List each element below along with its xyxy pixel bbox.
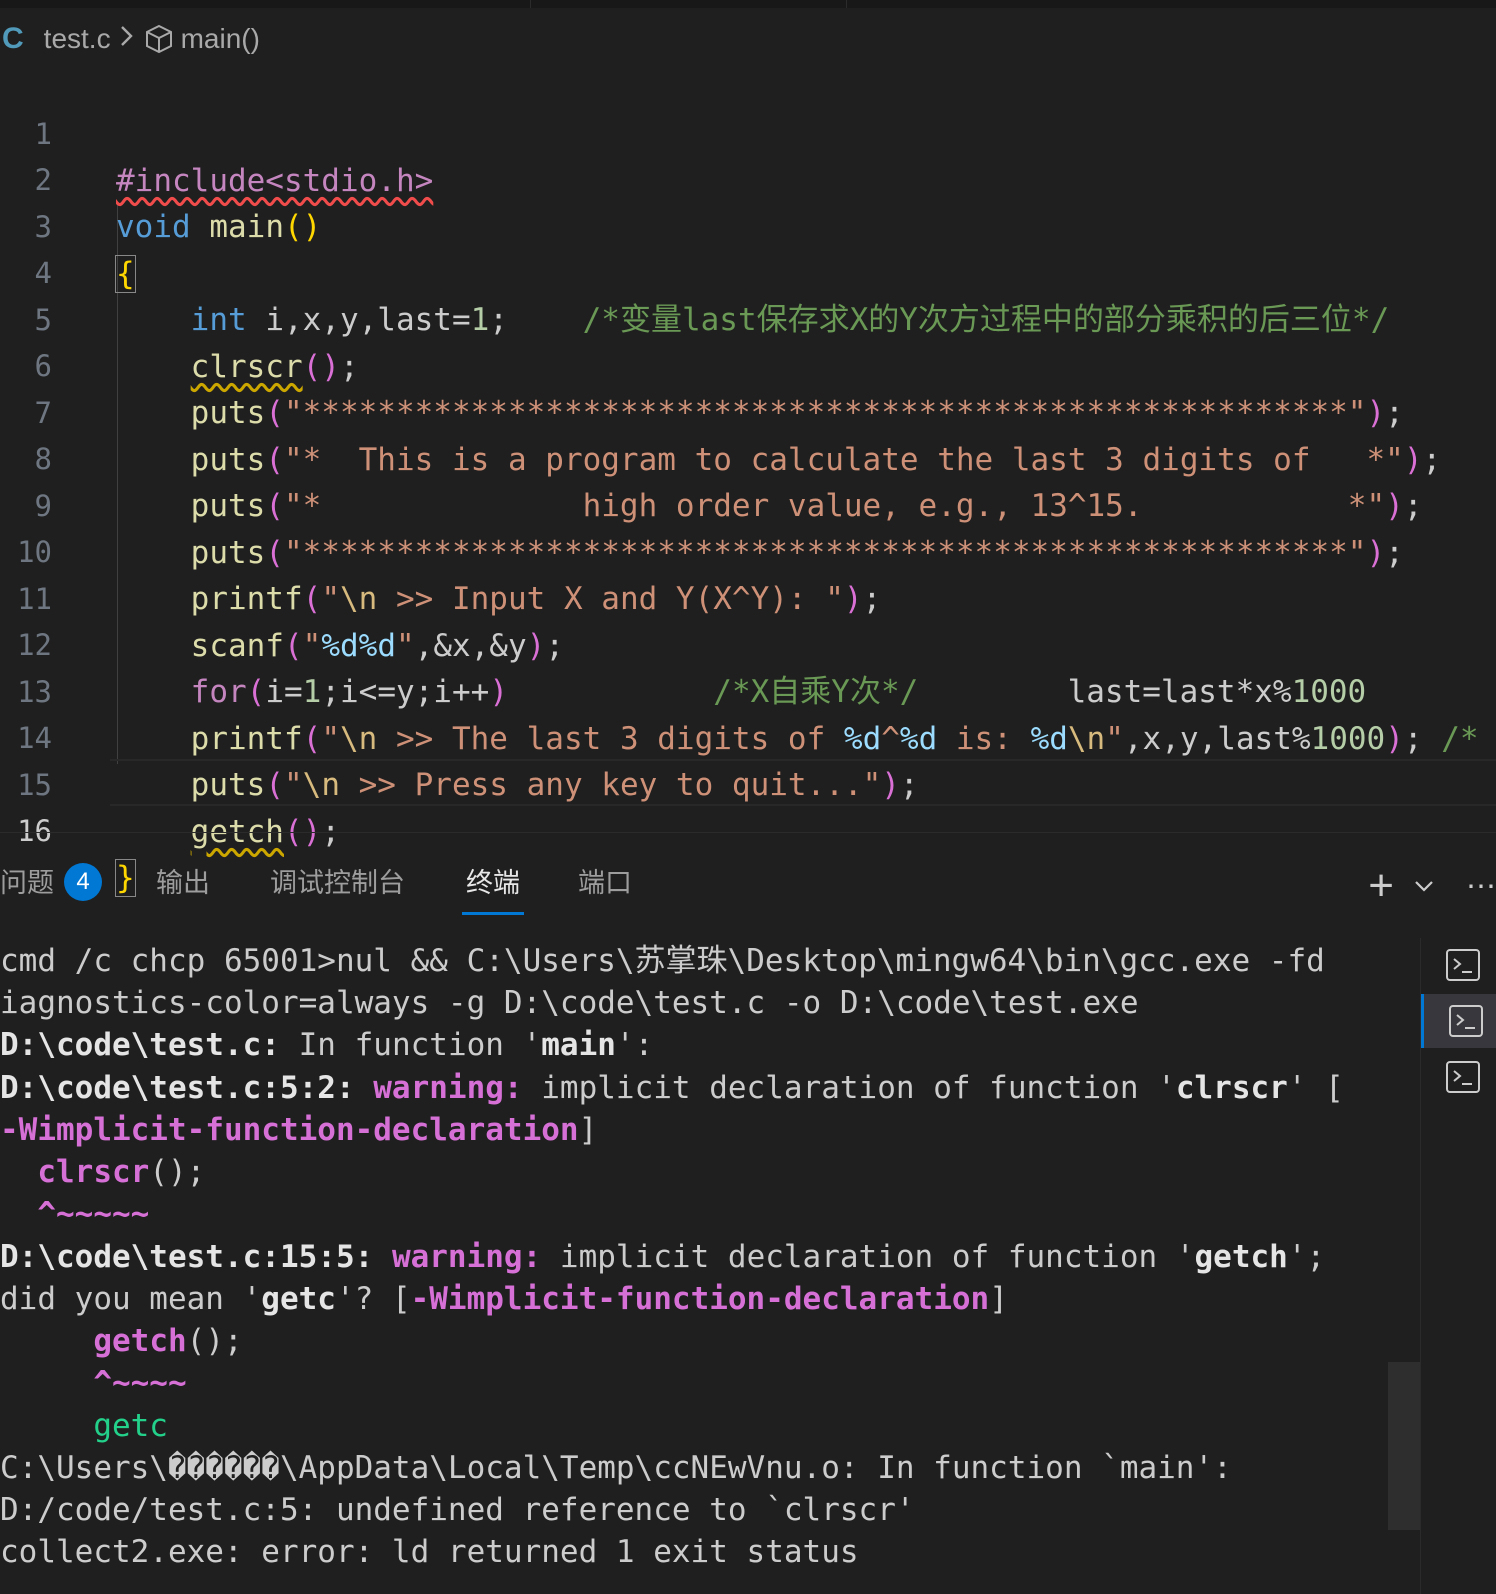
breadcrumb: C test.c main() (0, 14, 260, 64)
tab-problems[interactable]: 问题 4 (0, 852, 102, 914)
c-language-icon: C (2, 22, 24, 55)
code-line: 7 puts("* This is a program to calculate… (0, 343, 1496, 478)
code-line: 10 printf("\n >> Input X and Y(X^Y): "); (0, 482, 1496, 617)
code-line: 5 clrscr(); (0, 250, 1496, 385)
terminal-icon (1449, 1005, 1483, 1037)
panel-divider (0, 832, 1496, 833)
more-icon[interactable]: ⋯ (1466, 869, 1496, 904)
panel-actions: + ⋯ (1368, 856, 1496, 916)
editor-tabs-strip (0, 0, 1496, 8)
plus-icon[interactable]: + (1368, 861, 1394, 911)
code-line: 4 int i,x,y,last=1; /*变量last保存求X的Y次方过程中的… (0, 203, 1496, 338)
code-line: 15 getch(); (0, 715, 1496, 850)
code-line: 11 scanf("%d%d",&x,&y); (0, 529, 1496, 664)
panel-tabs: 问题 4 输出 调试控制台 终端 端口 (0, 852, 1496, 922)
code-line: 1 #include<stdio.h> (0, 64, 1496, 199)
code-editor[interactable]: 1 #include<stdio.h> 2 void main() 3 { 4 … (0, 64, 1496, 897)
tab-debug-console[interactable]: 调试控制台 (270, 852, 405, 914)
code-line: 2 void main() (0, 110, 1496, 245)
tab-output[interactable]: 输出 (156, 852, 210, 914)
tab-ports[interactable]: 端口 (578, 852, 632, 914)
terminal-scrollbar-thumb[interactable] (1388, 1362, 1420, 1530)
terminal-instance-2[interactable] (1421, 994, 1496, 1048)
code-line: 13 printf("\n >> The last 3 digits of %d… (0, 622, 1496, 757)
terminal-instance-3[interactable] (1421, 1050, 1496, 1104)
terminal-list (1420, 938, 1496, 1594)
chevron-down-icon[interactable] (1412, 874, 1436, 898)
tab-terminal[interactable]: 终端 (462, 852, 524, 915)
code-line: 12 for(i=1;i<=y;i++) /*X自乘Y次*/ last=last… (0, 575, 1496, 710)
breadcrumb-file[interactable]: test.c (44, 23, 111, 55)
code-line: 8 puts("* high order value, e.g., 13^15.… (0, 389, 1496, 524)
terminal-output[interactable]: cmd /c chcp 65001>nul && C:\Users\苏掌珠\De… (0, 940, 1386, 1594)
problems-count-badge: 4 (64, 862, 102, 901)
breadcrumb-symbol[interactable]: main() (181, 23, 260, 55)
code-line: 3 { (0, 157, 1496, 293)
symbol-method-icon (145, 24, 172, 54)
terminal-icon (1446, 1061, 1480, 1093)
chevron-right-icon (119, 23, 135, 55)
code-line: 9 puts("********************************… (0, 436, 1496, 571)
terminal-icon (1446, 949, 1480, 981)
code-line: 6 puts("********************************… (0, 296, 1496, 431)
terminal-instance-1[interactable] (1421, 938, 1496, 992)
code-line: 16 } (0, 761, 1496, 897)
code-line: 14 puts("\n >> Press any key to quit..."… (0, 668, 1496, 803)
